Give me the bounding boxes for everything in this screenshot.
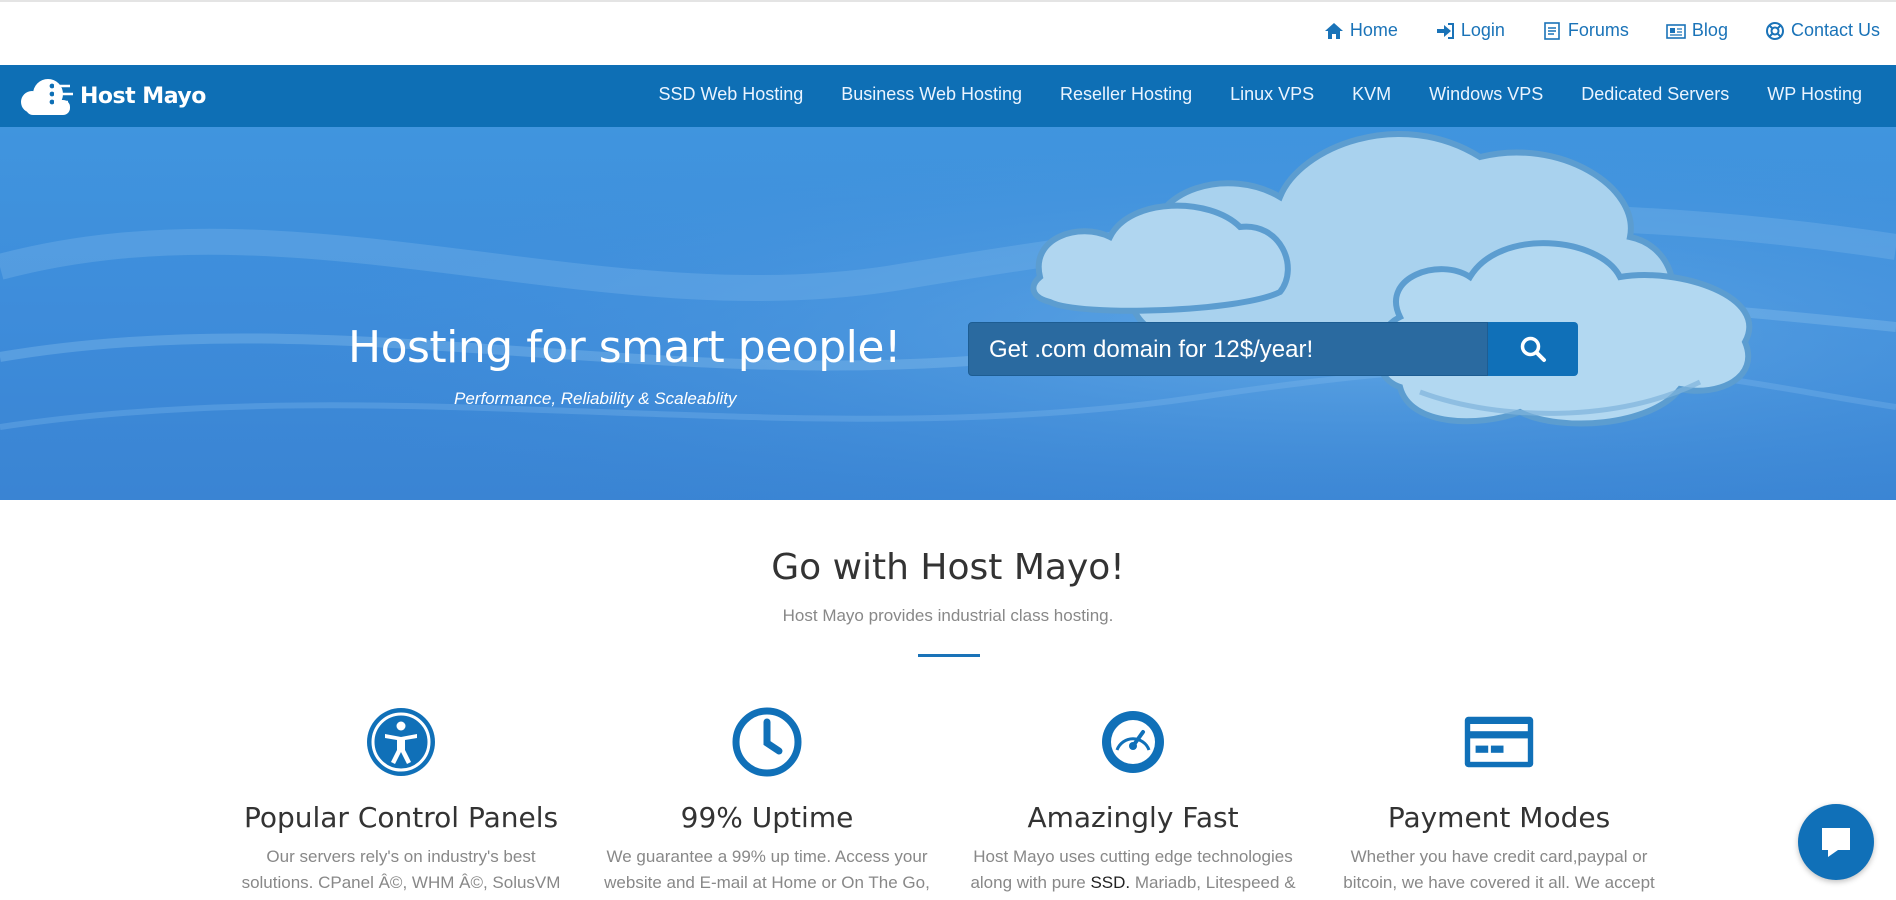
feature-title: Amazingly Fast	[1027, 801, 1239, 834]
feature-text-line: Our servers rely's on industry's best	[266, 847, 536, 866]
feature-text-line: Host Mayo uses cutting edge technologies	[973, 847, 1293, 866]
feature-title: Popular Control Panels	[243, 801, 559, 834]
chat-bubble-icon	[1822, 828, 1850, 857]
top-link-forums[interactable]: Forums	[1542, 20, 1629, 41]
section-title: Go with Host Mayo!	[771, 547, 1125, 588]
feature-text-part: along with pure	[970, 873, 1091, 892]
top-link-home[interactable]: Home	[1324, 20, 1398, 41]
cloud-logo-icon	[21, 79, 73, 115]
lifebuoy-icon	[1765, 21, 1784, 40]
feature-text-line: We guarantee a 99% up time. Access your	[606, 847, 928, 866]
nav-item-ssd-web-hosting[interactable]: SSD Web Hosting	[659, 84, 804, 105]
search-icon	[1520, 336, 1546, 362]
nav-item-business-web-hosting[interactable]: Business Web Hosting	[841, 84, 1022, 105]
main-navbar: Host Mayo SSD Web Hosting Business Web H…	[0, 65, 1896, 127]
top-link-label: Forums	[1567, 20, 1629, 40]
feature-text-line: website and E-mail at Home or On The Go,	[604, 873, 930, 892]
top-utility-bar: Home Login Forums Blog Contact Us	[0, 0, 1896, 65]
nav-item-windows-vps[interactable]: Windows VPS	[1429, 84, 1543, 105]
hero-title: Hosting for smart people!	[348, 322, 902, 373]
top-link-contact[interactable]: Contact Us	[1765, 20, 1880, 41]
section-divider	[918, 654, 980, 657]
feature-uptime: 99% Uptime We guarantee a 99% up time. A…	[597, 706, 937, 896]
section-subtitle: Host Mayo provides industrial class host…	[782, 606, 1114, 625]
clock-icon	[732, 707, 802, 777]
feature-title: Payment Modes	[1387, 801, 1611, 834]
top-links: Home Login Forums Blog Contact Us	[1287, 20, 1880, 41]
domain-search-input[interactable]: Get .com domain for 12$/year!	[968, 322, 1488, 376]
hero-banner: Hosting for smart people! Performance, R…	[0, 127, 1896, 500]
blog-icon	[1666, 23, 1686, 39]
domain-search-button[interactable]	[1488, 322, 1578, 376]
feature-text-line: Whether you have credit card,paypal or	[1350, 847, 1648, 866]
top-link-label: Home	[1349, 20, 1398, 40]
feature-text: Host Mayo uses cutting edge technologies…	[963, 844, 1303, 896]
home-icon	[1324, 22, 1343, 39]
feature-text: Our servers rely's on industry's best so…	[231, 844, 571, 896]
feature-text-highlight: SSD.	[1090, 873, 1131, 892]
credit-card-icon	[1464, 716, 1534, 768]
logo-text: Host Mayo	[80, 83, 206, 109]
forums-icon	[1544, 21, 1560, 40]
nav-item-wp-hosting[interactable]: WP Hosting	[1767, 84, 1862, 105]
feature-text-line: solutions. CPanel Â©, WHM Â©, SolusVM	[241, 873, 561, 892]
hero-subtitle: Performance, Reliability & Scaleablity	[454, 389, 737, 408]
feature-control-panels: Popular Control Panels Our servers rely'…	[231, 706, 571, 896]
nav-links: SSD Web Hosting Business Web Hosting Res…	[621, 84, 1862, 105]
top-link-blog[interactable]: Blog	[1666, 20, 1728, 41]
nav-item-dedicated-servers[interactable]: Dedicated Servers	[1581, 84, 1729, 105]
nav-item-linux-vps[interactable]: Linux VPS	[1230, 84, 1314, 105]
logo[interactable]: Host Mayo	[18, 74, 206, 118]
feature-text-part: Mariadb, Litespeed &	[1130, 873, 1296, 892]
top-link-label: Login	[1460, 20, 1505, 40]
feature-title: 99% Uptime	[680, 801, 854, 834]
speedometer-icon	[1102, 711, 1164, 773]
top-link-label: Contact Us	[1790, 20, 1880, 40]
feature-text-line: bitcoin, we have covered it all. We acce…	[1343, 873, 1655, 892]
nav-item-reseller-hosting[interactable]: Reseller Hosting	[1060, 84, 1192, 105]
hero-clouds-illustration	[0, 127, 1896, 500]
feature-text: Whether you have credit card,paypal or b…	[1329, 844, 1669, 896]
nav-item-kvm[interactable]: KVM	[1352, 84, 1391, 105]
login-icon	[1436, 22, 1454, 39]
feature-payment: Payment Modes Whether you have credit ca…	[1329, 706, 1669, 896]
top-link-login[interactable]: Login	[1435, 20, 1505, 41]
accessibility-icon	[367, 708, 435, 776]
feature-text-line: along with pure SSD. Mariadb, Litespeed …	[963, 870, 1303, 896]
feature-fast: Amazingly Fast Host Mayo uses cutting ed…	[963, 706, 1303, 896]
chat-widget-button[interactable]	[1798, 804, 1874, 880]
feature-text: We guarantee a 99% up time. Access your …	[597, 844, 937, 896]
top-link-label: Blog	[1691, 20, 1728, 40]
